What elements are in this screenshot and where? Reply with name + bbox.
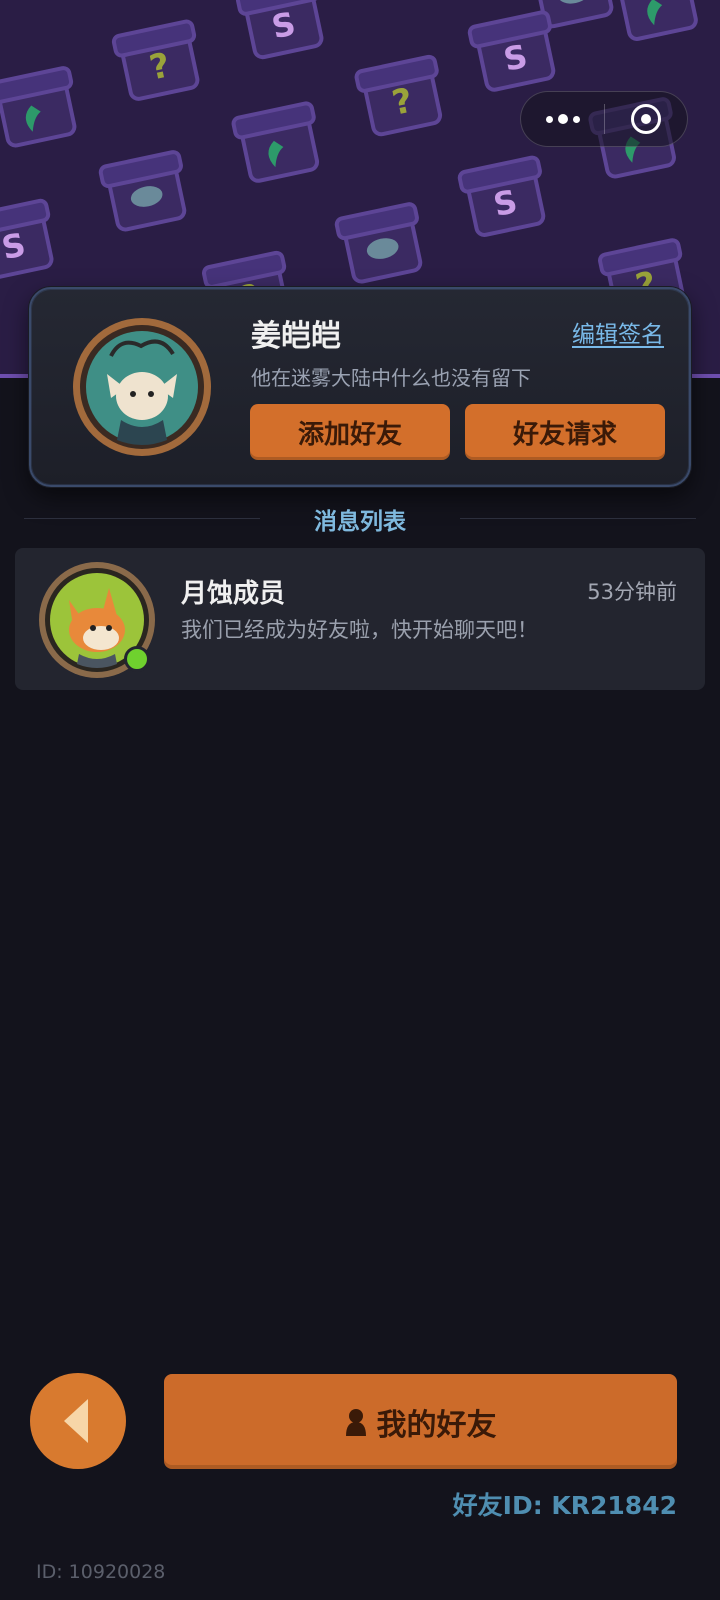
- profile-avatar[interactable]: [71, 316, 213, 458]
- add-friend-button[interactable]: 添加好友: [250, 404, 450, 460]
- target-close-icon[interactable]: [605, 91, 687, 147]
- profile-card: 姜皑皑 编辑签名 他在迷雾大陆中什么也没有留下 添加好友 好友请求: [29, 287, 691, 487]
- my-friends-label: 我的好友: [376, 1407, 497, 1443]
- message-list-title: 消息列表: [314, 509, 406, 535]
- friend-id-text: 好友ID: KR21842: [452, 1491, 677, 1520]
- back-button[interactable]: [30, 1373, 126, 1469]
- mini-program-capsule: [520, 91, 688, 147]
- message-list-item[interactable]: 月蚀成员 53分钟前 我们已经成为好友啦，快开始聊天吧！: [15, 548, 705, 690]
- friend-request-button[interactable]: 好友请求: [465, 404, 665, 460]
- message-time: 53分钟前: [587, 580, 677, 604]
- more-dots-icon[interactable]: [521, 91, 604, 147]
- edit-signature-link[interactable]: 编辑签名: [572, 315, 664, 349]
- person-icon: [345, 1408, 366, 1436]
- message-preview: 我们已经成为好友啦，快开始聊天吧！: [181, 618, 538, 642]
- profile-name: 姜皑皑: [251, 319, 341, 354]
- my-friends-button[interactable]: 我的好友: [164, 1374, 677, 1469]
- profile-signature: 他在迷雾大陆中什么也没有留下: [251, 366, 531, 390]
- user-id-text: ID: 10920028: [36, 1561, 166, 1583]
- back-arrow-icon: [64, 1399, 88, 1443]
- contact-name: 月蚀成员: [181, 579, 286, 609]
- online-status-dot: [124, 646, 150, 672]
